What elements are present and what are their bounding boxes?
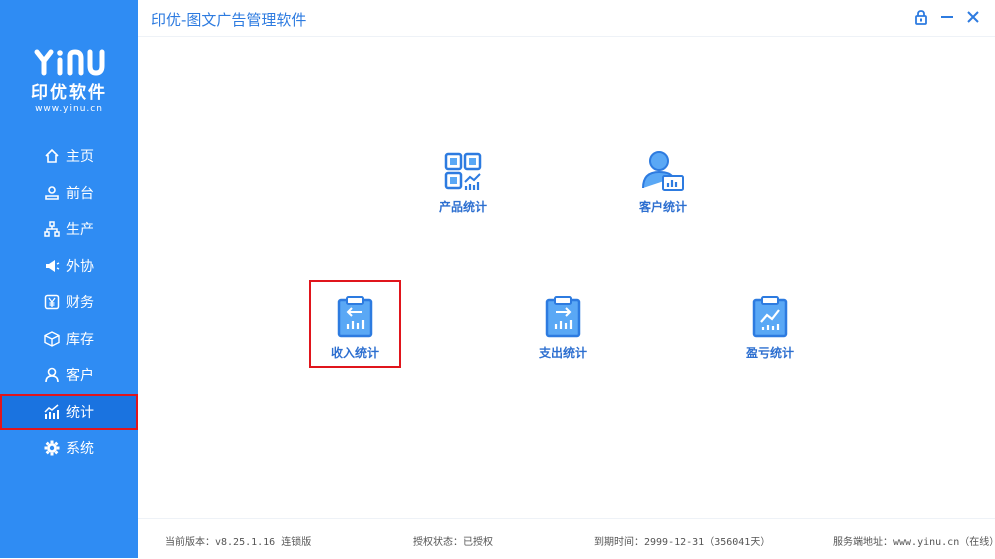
sidebar-item-statistics[interactable]: 统计	[0, 393, 138, 430]
front-desk-icon	[44, 185, 60, 201]
customer-stats-label: 客户统计	[638, 200, 687, 214]
sidebar-item-label: 生产	[66, 222, 94, 239]
home-icon	[44, 148, 60, 164]
expense-stats-label: 支出统计	[538, 346, 587, 360]
product-stats-tile[interactable]: 产品统计	[418, 152, 508, 215]
customer-icon	[44, 367, 60, 383]
close-icon[interactable]	[965, 9, 981, 25]
sidebar-item-inventory[interactable]: 库存	[0, 321, 138, 358]
product-stats-label: 产品统计	[438, 200, 487, 214]
sidebar-item-outsource[interactable]: 外协	[0, 248, 138, 285]
income-stats-label: 收入统计	[330, 346, 379, 360]
income-stats-tile[interactable]: 收入统计	[310, 296, 400, 361]
statistics-icon	[44, 404, 60, 420]
outsource-icon	[44, 258, 60, 274]
settings-icon	[44, 440, 60, 456]
status-bar: 当前版本：v8.25.1.16 连锁版 授权状态：已授权 到期时间：2999-1…	[138, 518, 995, 559]
title-bar: 印优-图文广告管理软件	[138, 0, 995, 36]
expense-stats-tile[interactable]: 支出统计	[518, 296, 608, 361]
sidebar-item-label: 库存	[66, 331, 94, 348]
title-divider	[138, 36, 995, 37]
window-title: 印优-图文广告管理软件	[151, 11, 307, 29]
sidebar-item-production[interactable]: 生产	[0, 211, 138, 248]
income-stats-icon	[337, 296, 373, 338]
customer-stats-icon	[642, 151, 684, 191]
sidebar-item-customer[interactable]: 客户	[0, 357, 138, 394]
logo-url: www.yinu.cn	[35, 104, 103, 114]
sidebar-item-label: 统计	[66, 404, 94, 421]
sidebar-item-front-desk[interactable]: 前台	[0, 175, 138, 212]
profit-stats-label: 盈亏统计	[745, 346, 794, 360]
profit-stats-icon	[752, 296, 788, 338]
license-status: 授权状态：已授权	[413, 537, 493, 548]
logo: 印优软件 www.yinu.cn	[0, 48, 138, 114]
sidebar-item-finance[interactable]: 财务	[0, 284, 138, 321]
version-info: 当前版本：v8.25.1.16 连锁版	[165, 537, 312, 548]
sidebar-item-settings[interactable]: 系统	[0, 430, 138, 467]
window-controls	[913, 9, 981, 25]
server-address: 服务端地址：www.yinu.cn（在线）	[833, 537, 995, 548]
sidebar-item-home[interactable]: 主页	[0, 138, 138, 175]
logo-name: 印优软件	[31, 83, 107, 103]
yinu-logo-icon	[34, 49, 105, 76]
expense-stats-icon	[545, 296, 581, 338]
sidebar-item-label: 财务	[66, 295, 94, 312]
sidebar-nav: 主页 前台 生产 外协 财务 库存 客户 统计 系统	[0, 138, 138, 467]
sidebar-item-label: 前台	[66, 185, 94, 202]
inventory-icon	[44, 330, 60, 347]
product-stats-icon	[444, 152, 482, 190]
profit-stats-tile[interactable]: 盈亏统计	[725, 296, 815, 361]
sidebar-item-label: 主页	[66, 149, 94, 166]
sidebar-item-label: 客户	[66, 368, 94, 385]
finance-icon	[44, 294, 60, 310]
sidebar-item-label: 系统	[66, 441, 94, 458]
sidebar-item-label: 外协	[66, 258, 94, 275]
production-icon	[44, 221, 60, 237]
customer-stats-tile[interactable]: 客户统计	[618, 150, 708, 215]
lock-icon[interactable]	[913, 9, 929, 25]
sidebar: 印优软件 www.yinu.cn 主页 前台 生产 外协 财务 库存 客户 统计…	[0, 0, 138, 558]
minimize-icon[interactable]	[939, 9, 955, 25]
expiry-date: 到期时间：2999-12-31（356041天）	[594, 537, 771, 548]
